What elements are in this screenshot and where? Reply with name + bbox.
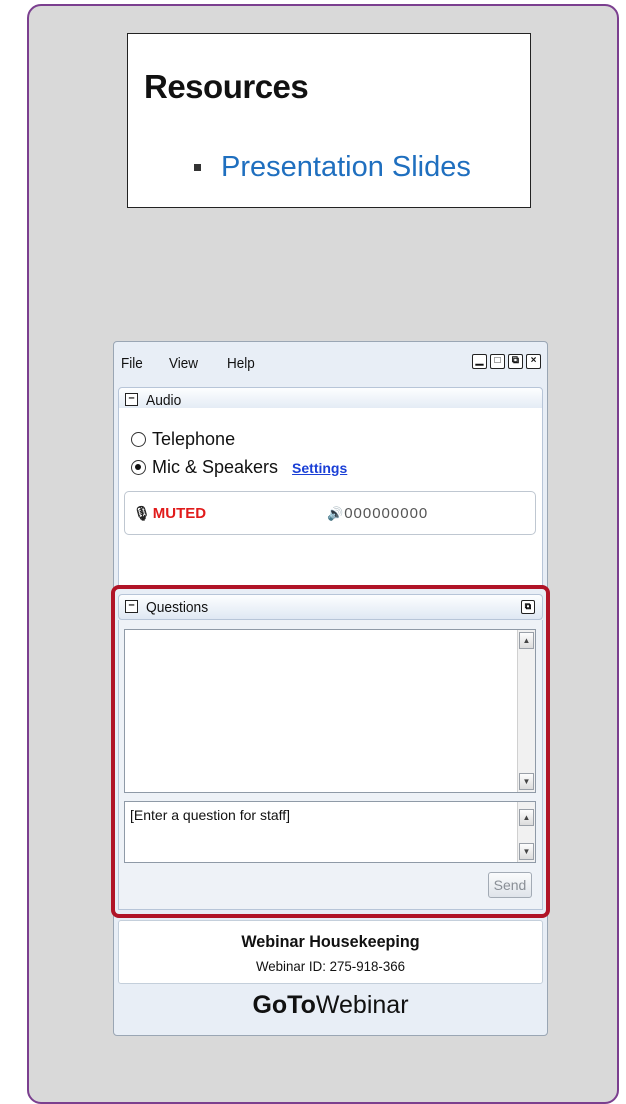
muted-label: MUTED — [152, 505, 207, 522]
resources-heading: Resources — [144, 68, 309, 105]
volume-level: 000000000 — [344, 505, 429, 522]
volume-meter: 🔊 000000000 — [327, 505, 428, 522]
mic-speakers-option[interactable]: Mic & Speakers Settings — [131, 457, 347, 478]
menu-file[interactable]: File — [121, 355, 143, 372]
audio-title: Audio — [146, 392, 182, 409]
menu-view[interactable]: View — [169, 355, 198, 372]
mic-speakers-label: Mic & Speakers — [152, 457, 279, 477]
settings-link[interactable]: Settings — [292, 460, 347, 476]
telephone-radio[interactable] — [131, 432, 146, 447]
webinar-id: Webinar ID: 275-918-366 — [255, 958, 406, 974]
menu-help[interactable]: Help — [227, 355, 255, 372]
resources-list-item: Presentation Slides — [194, 151, 471, 184]
window-controls: ▁ □ ⧉ × — [472, 354, 541, 369]
webinar-title: Webinar Housekeeping — [241, 932, 420, 951]
questions-highlight — [111, 585, 550, 918]
collapse-audio-icon[interactable]: – — [125, 393, 138, 406]
minimize-icon[interactable]: ▁ — [472, 354, 487, 369]
telephone-option[interactable]: Telephone — [131, 429, 235, 450]
audio-body: Telephone Mic & Speakers Settings 🎙 MUTE… — [118, 408, 543, 586]
close-icon[interactable]: × — [526, 354, 541, 369]
presentation-slides-link[interactable]: Presentation Slides — [221, 151, 471, 184]
gotowebinar-logo: GoToWebinar — [114, 991, 547, 1020]
brand-regular: Webinar — [315, 991, 409, 1019]
resources-box: Resources Presentation Slides — [127, 33, 531, 208]
muted-indicator[interactable]: 🎙 MUTED — [133, 505, 206, 522]
popout-icon[interactable]: ⧉ — [508, 354, 523, 369]
telephone-label: Telephone — [152, 429, 236, 449]
brand-bold: GoTo — [252, 991, 316, 1019]
webinar-info: Webinar Housekeeping Webinar ID: 275-918… — [118, 920, 543, 984]
mic-speakers-radio[interactable] — [131, 460, 146, 475]
bullet-icon — [194, 164, 201, 171]
menu-bar: File View Help ▁ □ ⧉ × — [114, 342, 547, 382]
audio-meter: 🎙 MUTED 🔊 000000000 — [124, 491, 536, 535]
speaker-icon: 🔊 — [327, 505, 344, 521]
maximize-icon[interactable]: □ — [490, 354, 505, 369]
microphone-icon: 🎙 — [133, 505, 151, 521]
